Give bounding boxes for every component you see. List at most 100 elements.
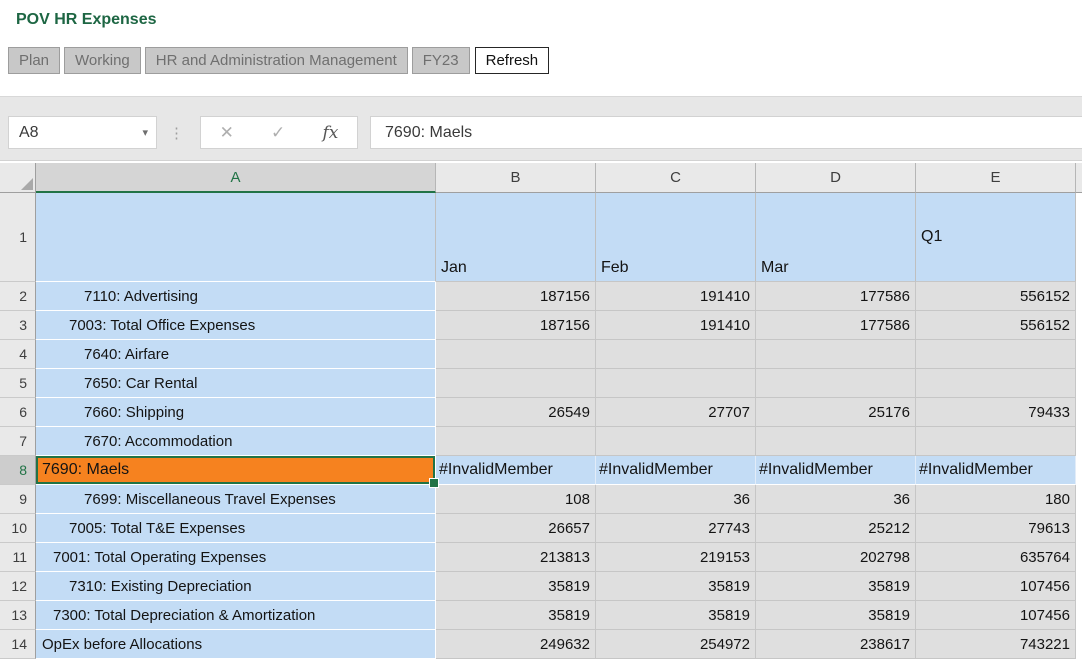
- cell-A2[interactable]: 7110: Advertising: [36, 282, 436, 311]
- pov-button-plan[interactable]: Plan: [8, 47, 60, 74]
- cell-B3[interactable]: 187156: [436, 311, 596, 340]
- row-header-13[interactable]: 13: [0, 601, 36, 630]
- cell-C4[interactable]: [596, 340, 756, 369]
- column-header-D[interactable]: D: [756, 163, 916, 193]
- cell-C2[interactable]: 191410: [596, 282, 756, 311]
- cell-C14[interactable]: 254972: [596, 630, 756, 659]
- cell-A4[interactable]: 7640: Airfare: [36, 340, 436, 369]
- cell-B12[interactable]: 35819: [436, 572, 596, 601]
- cell-D4[interactable]: [756, 340, 916, 369]
- cell-E2[interactable]: 556152: [916, 282, 1076, 311]
- cell-B9[interactable]: 108: [436, 485, 596, 514]
- cell-B8[interactable]: #InvalidMember: [436, 456, 596, 485]
- cell-E10[interactable]: 79613: [916, 514, 1076, 543]
- cell-A13[interactable]: 7300: Total Depreciation & Amortization: [36, 601, 436, 630]
- cell-E8[interactable]: #InvalidMember: [916, 456, 1076, 485]
- cell-E5[interactable]: [916, 369, 1076, 398]
- cell-A5[interactable]: 7650: Car Rental: [36, 369, 436, 398]
- name-box[interactable]: A8 ▾: [8, 116, 157, 149]
- cell-E4[interactable]: [916, 340, 1076, 369]
- column-header-A[interactable]: A: [36, 163, 436, 193]
- cell-C1[interactable]: Feb: [596, 193, 756, 282]
- cell-C9[interactable]: 36: [596, 485, 756, 514]
- cell-E14[interactable]: 743221: [916, 630, 1076, 659]
- cell-D7[interactable]: [756, 427, 916, 456]
- cell-C8[interactable]: #InvalidMember: [596, 456, 756, 485]
- cell-D2[interactable]: 177586: [756, 282, 916, 311]
- cell-C6[interactable]: 27707: [596, 398, 756, 427]
- row-header-10[interactable]: 10: [0, 514, 36, 543]
- pov-button-version[interactable]: Working: [64, 47, 141, 74]
- row-header-7[interactable]: 7: [0, 427, 36, 456]
- cell-B4[interactable]: [436, 340, 596, 369]
- refresh-button[interactable]: Refresh: [475, 47, 550, 74]
- cell-A14[interactable]: OpEx before Allocations: [36, 630, 436, 659]
- cell-C12[interactable]: 35819: [596, 572, 756, 601]
- cell-A11[interactable]: 7001: Total Operating Expenses: [36, 543, 436, 572]
- column-header-C[interactable]: C: [596, 163, 756, 193]
- row-header-6[interactable]: 6: [0, 398, 36, 427]
- cell-D1[interactable]: Mar: [756, 193, 916, 282]
- cell-C10[interactable]: 27743: [596, 514, 756, 543]
- cell-C5[interactable]: [596, 369, 756, 398]
- cell-B11[interactable]: 213813: [436, 543, 596, 572]
- cell-B10[interactable]: 26657: [436, 514, 596, 543]
- cell-B6[interactable]: 26549: [436, 398, 596, 427]
- enter-icon[interactable]: ✓: [271, 123, 285, 143]
- cell-B2[interactable]: 187156: [436, 282, 596, 311]
- pov-button-entity[interactable]: HR and Administration Management: [145, 47, 408, 74]
- cell-A12[interactable]: 7310: Existing Depreciation: [36, 572, 436, 601]
- cell-C11[interactable]: 219153: [596, 543, 756, 572]
- select-all-button[interactable]: [0, 163, 36, 193]
- column-header-E[interactable]: E: [916, 163, 1076, 193]
- cell-D8[interactable]: #InvalidMember: [756, 456, 916, 485]
- cell-A1[interactable]: [36, 193, 436, 282]
- cancel-icon[interactable]: ✕: [220, 123, 234, 143]
- cell-E6[interactable]: 79433: [916, 398, 1076, 427]
- cell-A10[interactable]: 7005: Total T&E Expenses: [36, 514, 436, 543]
- column-header-B[interactable]: B: [436, 163, 596, 193]
- cell-C7[interactable]: [596, 427, 756, 456]
- cell-D3[interactable]: 177586: [756, 311, 916, 340]
- cell-C3[interactable]: 191410: [596, 311, 756, 340]
- cell-D5[interactable]: [756, 369, 916, 398]
- resize-handle-icon[interactable]: ⋮: [169, 116, 184, 149]
- cell-B14[interactable]: 249632: [436, 630, 596, 659]
- formula-input[interactable]: 7690: Maels: [370, 116, 1082, 149]
- cell-D10[interactable]: 25212: [756, 514, 916, 543]
- cell-A9[interactable]: 7699: Miscellaneous Travel Expenses: [36, 485, 436, 514]
- cell-B1[interactable]: Jan: [436, 193, 596, 282]
- cell-D11[interactable]: 202798: [756, 543, 916, 572]
- row-header-5[interactable]: 5: [0, 369, 36, 398]
- pov-button-year[interactable]: FY23: [412, 47, 470, 74]
- cell-A8[interactable]: 7690: Maels: [36, 456, 436, 485]
- row-header-1[interactable]: 1: [0, 193, 36, 282]
- cell-D12[interactable]: 35819: [756, 572, 916, 601]
- cell-E12[interactable]: 107456: [916, 572, 1076, 601]
- cell-A3[interactable]: 7003: Total Office Expenses: [36, 311, 436, 340]
- row-header-9[interactable]: 9: [0, 485, 36, 514]
- fill-handle[interactable]: [429, 478, 439, 488]
- cell-B7[interactable]: [436, 427, 596, 456]
- cell-A6[interactable]: 7660: Shipping: [36, 398, 436, 427]
- cell-E13[interactable]: 107456: [916, 601, 1076, 630]
- row-header-3[interactable]: 3: [0, 311, 36, 340]
- cell-D6[interactable]: 25176: [756, 398, 916, 427]
- row-header-2[interactable]: 2: [0, 282, 36, 311]
- cell-C13[interactable]: 35819: [596, 601, 756, 630]
- cell-D14[interactable]: 238617: [756, 630, 916, 659]
- chevron-down-icon[interactable]: ▾: [142, 126, 156, 139]
- insert-function-icon[interactable]: fx: [323, 123, 339, 143]
- cell-E7[interactable]: [916, 427, 1076, 456]
- row-header-4[interactable]: 4: [0, 340, 36, 369]
- cell-D13[interactable]: 35819: [756, 601, 916, 630]
- cell-B5[interactable]: [436, 369, 596, 398]
- cell-E3[interactable]: 556152: [916, 311, 1076, 340]
- cell-E9[interactable]: 180: [916, 485, 1076, 514]
- row-header-12[interactable]: 12: [0, 572, 36, 601]
- cell-D9[interactable]: 36: [756, 485, 916, 514]
- cell-B13[interactable]: 35819: [436, 601, 596, 630]
- cell-E11[interactable]: 635764: [916, 543, 1076, 572]
- cell-E1[interactable]: Q1: [916, 193, 1076, 282]
- row-header-8[interactable]: 8: [0, 456, 36, 485]
